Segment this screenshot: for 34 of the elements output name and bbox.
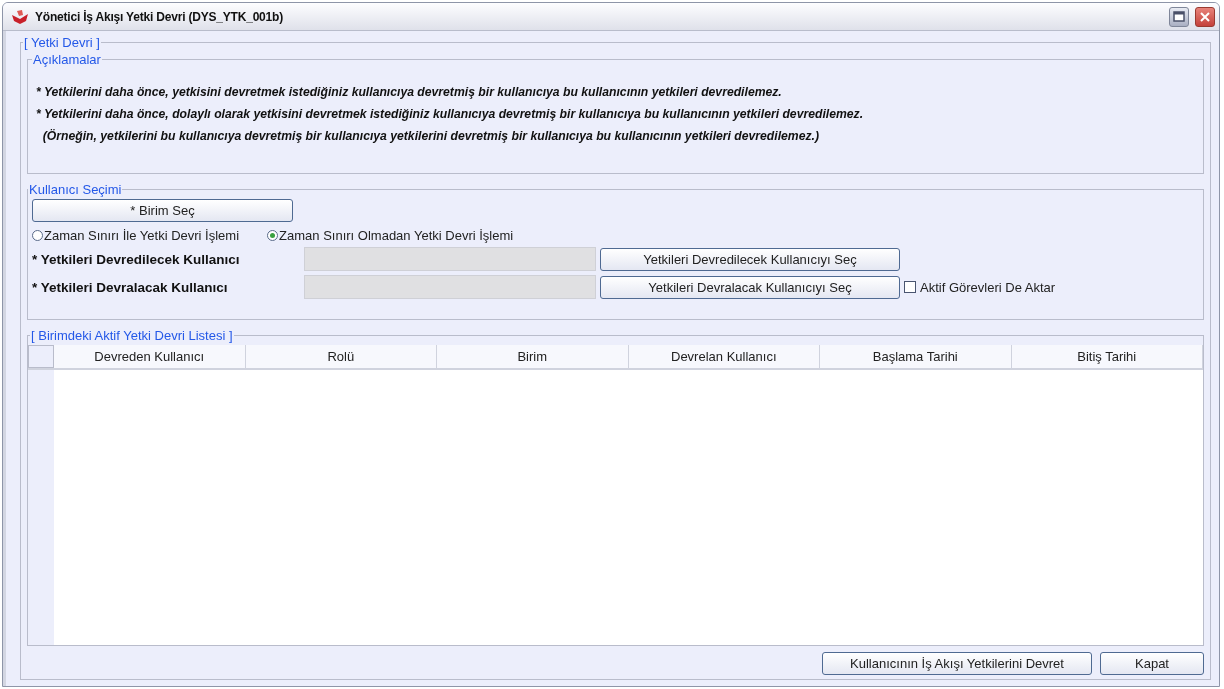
maximize-button[interactable]	[1169, 6, 1189, 27]
window-title: Yönetici İş Akışı Yetki Devri (DYS_YTK_001b)	[35, 9, 284, 24]
radio-label[interactable]: Zaman Sınırı İle Yetki Devri İşlemi	[44, 228, 240, 243]
radio-button[interactable]	[32, 230, 43, 241]
column-header[interactable]: Rolü	[245, 345, 437, 368]
app-logo-icon	[11, 8, 29, 25]
select-user-button[interactable]: Yetkileri Devredilecek Kullanıcıyı Seç	[600, 247, 900, 271]
column-header[interactable]: Bitiş Tarihi	[1011, 345, 1203, 368]
column-header[interactable]: Devreden Kullanıcı	[54, 345, 246, 368]
radio-label[interactable]: Zaman Sınırı Olmadan Yetki Devri İşlemi	[279, 228, 514, 243]
user-input-field[interactable]	[304, 247, 596, 271]
transfer-button[interactable]: Kullanıcının İş Akışı Yetkilerini Devret	[822, 652, 1092, 675]
field-label: * Yetkileri Devredilecek Kullanıcı	[32, 251, 241, 267]
description-text: * Yetkilerini daha önce, dolaylı olarak yetkisini devretmek istediğiniz kullanıcıya devretmiş bir kullanıcıya bu kullanıcının yetkileri devredilemez.	[36, 106, 865, 123]
column-header[interactable]: Devrelan Kullanıcı	[628, 345, 820, 368]
group-title: Açıklamalar	[32, 52, 102, 67]
group-title: [ Yetki Devri ]	[23, 35, 101, 50]
description-text: (Örneğin, yetkilerini bu kullanıcıya devretmiş bir kullanıcıya yetkilerini devretmiş bir kullanıcıya bu kullanıcının yetkileri devredilemez.)	[41, 128, 820, 145]
column-header[interactable]: Başlama Tarihi	[820, 345, 1012, 368]
group-title: Kullanıcı Seçimi	[28, 182, 123, 197]
close-button[interactable]	[1195, 6, 1215, 27]
close-dialog-button[interactable]: Kapat	[1100, 652, 1204, 675]
field-label: * Yetkileri Devralacak Kullanıcı	[32, 279, 229, 295]
user-input-field[interactable]	[304, 275, 596, 299]
description-text: * Yetkilerini daha önce, yetkisini devretmek istediğiniz kullanıcıya devretmiş bir kullanıcıya bu kullanıcının yetkileri devredilemez.	[36, 84, 783, 101]
radio-button[interactable]	[267, 230, 279, 241]
checkbox-label: Aktif Görevleri De Aktar	[920, 279, 1056, 295]
close-icon	[1199, 10, 1211, 23]
select-unit-button[interactable]: * Birim Seç	[32, 199, 293, 222]
checkbox[interactable]	[904, 281, 916, 293]
maximize-icon	[1173, 11, 1185, 22]
column-header[interactable]: Birim	[437, 345, 629, 368]
select-user-button[interactable]: Yetkileri Devralacak Kullanıcıyı Seç	[600, 275, 900, 299]
group-title: [ Birimdeki Aktif Yetki Devri Listesi ]	[30, 328, 234, 343]
